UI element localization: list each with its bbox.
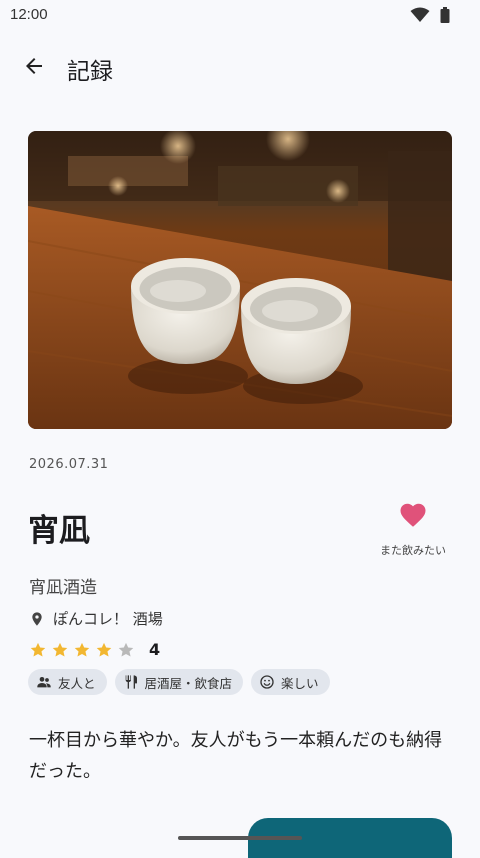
- record-date: 2026.07.31: [29, 457, 109, 472]
- back-button[interactable]: [18, 50, 50, 82]
- memo-text: 一杯目から華やか。友人がもう一本頼んだのも納得だった。: [29, 730, 443, 782]
- heart-icon[interactable]: [398, 500, 428, 530]
- status-time: 12:00: [10, 6, 48, 23]
- status-icons: [410, 7, 450, 23]
- battery-icon: [440, 7, 450, 23]
- favorite-label: また飲みたい: [380, 544, 446, 557]
- star-filled-icon: [30, 642, 46, 657]
- group-icon: [37, 677, 51, 688]
- tag-chips: 友人と 居酒屋・飲食店 楽しい: [28, 669, 330, 695]
- tag-label: 居酒屋・飲食店: [144, 675, 233, 691]
- sake-photo: [28, 131, 452, 429]
- tag-chip-mood[interactable]: 楽しい: [251, 669, 330, 695]
- home-indicator[interactable]: [178, 836, 302, 840]
- tag-label: 楽しい: [281, 675, 319, 691]
- location-pin-icon: [32, 611, 42, 626]
- place-name: ぽんコレ！ 酒場: [53, 610, 163, 628]
- status-bar: 12:00: [0, 0, 480, 30]
- star-filled-icon: [74, 642, 90, 657]
- restaurant-icon: [125, 675, 137, 689]
- page-title: 記録: [67, 59, 113, 85]
- place-row: ぽんコレ！ 酒場: [29, 608, 163, 629]
- tag-label: 友人と: [58, 675, 96, 691]
- tag-chip-venue[interactable]: 居酒屋・飲食店: [114, 669, 244, 695]
- favorite-toggle[interactable]: また飲みたい: [368, 500, 458, 558]
- tag-chip-companion[interactable]: 友人と: [28, 669, 107, 695]
- wifi-icon: [410, 7, 430, 22]
- smile-icon: [260, 675, 274, 689]
- star-empty-icon: [118, 642, 134, 657]
- arrow-back-icon: [26, 58, 42, 74]
- brewery-name: 宵凪酒造: [29, 578, 97, 598]
- star-filled-icon: [52, 642, 68, 657]
- app-bar: 記録: [0, 42, 480, 92]
- rating-value: 4: [149, 640, 161, 659]
- sake-name: 宵凪: [28, 513, 90, 549]
- star-filled-icon: [96, 642, 112, 657]
- star-rating: [29, 641, 139, 659]
- rating: 4: [29, 640, 160, 659]
